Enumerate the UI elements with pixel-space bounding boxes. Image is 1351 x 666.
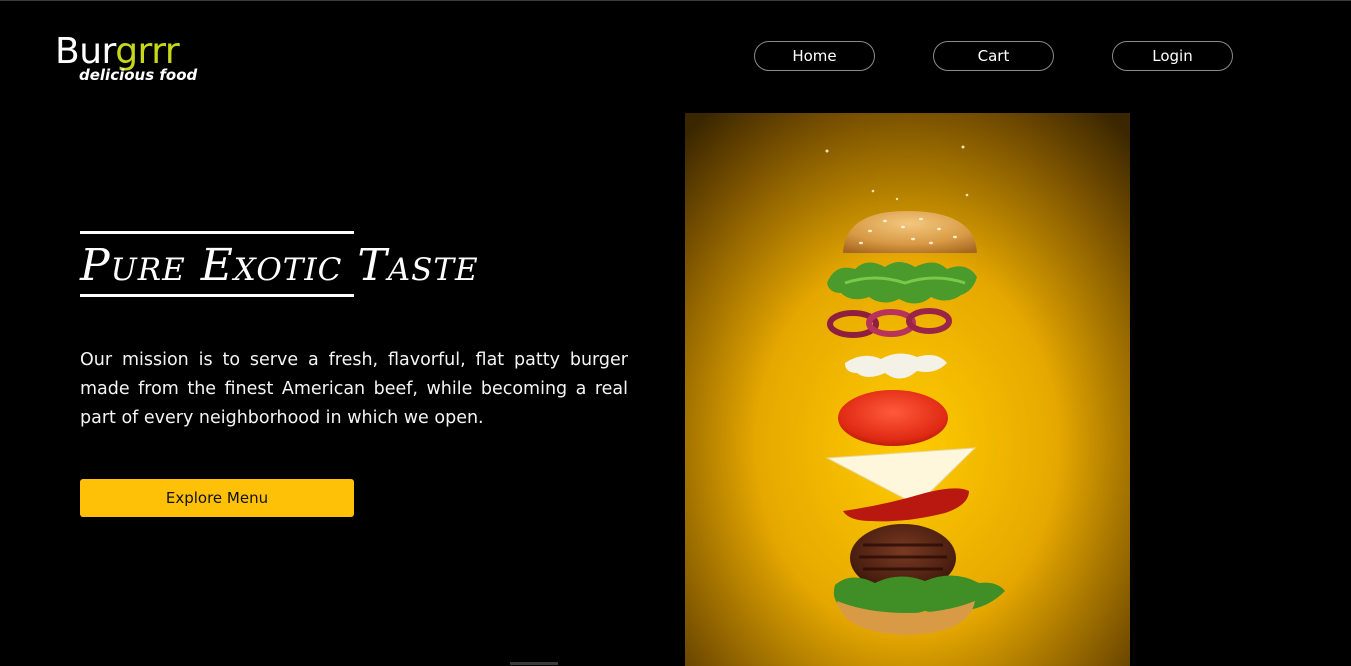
nav-home-button[interactable]: Home <box>754 41 875 71</box>
top-border <box>0 0 1351 1</box>
floating-burger-icon <box>685 113 1130 666</box>
nav-cart-button[interactable]: Cart <box>933 41 1054 71</box>
hero-title: Pure Exotic Taste <box>80 240 479 291</box>
nav-login-button[interactable]: Login <box>1112 41 1233 71</box>
burger-photo <box>685 113 1130 666</box>
title-rule-bottom <box>80 294 354 297</box>
logo-tagline: delicious food <box>79 66 198 84</box>
explore-menu-button[interactable]: Explore Menu <box>80 479 354 517</box>
scroll-indicator <box>510 662 558 665</box>
brand-logo[interactable]: Burgrrr delicious food <box>55 32 225 92</box>
title-rule-top <box>80 231 354 234</box>
hero-description: Our mission is to serve a fresh, flavorf… <box>80 350 628 428</box>
